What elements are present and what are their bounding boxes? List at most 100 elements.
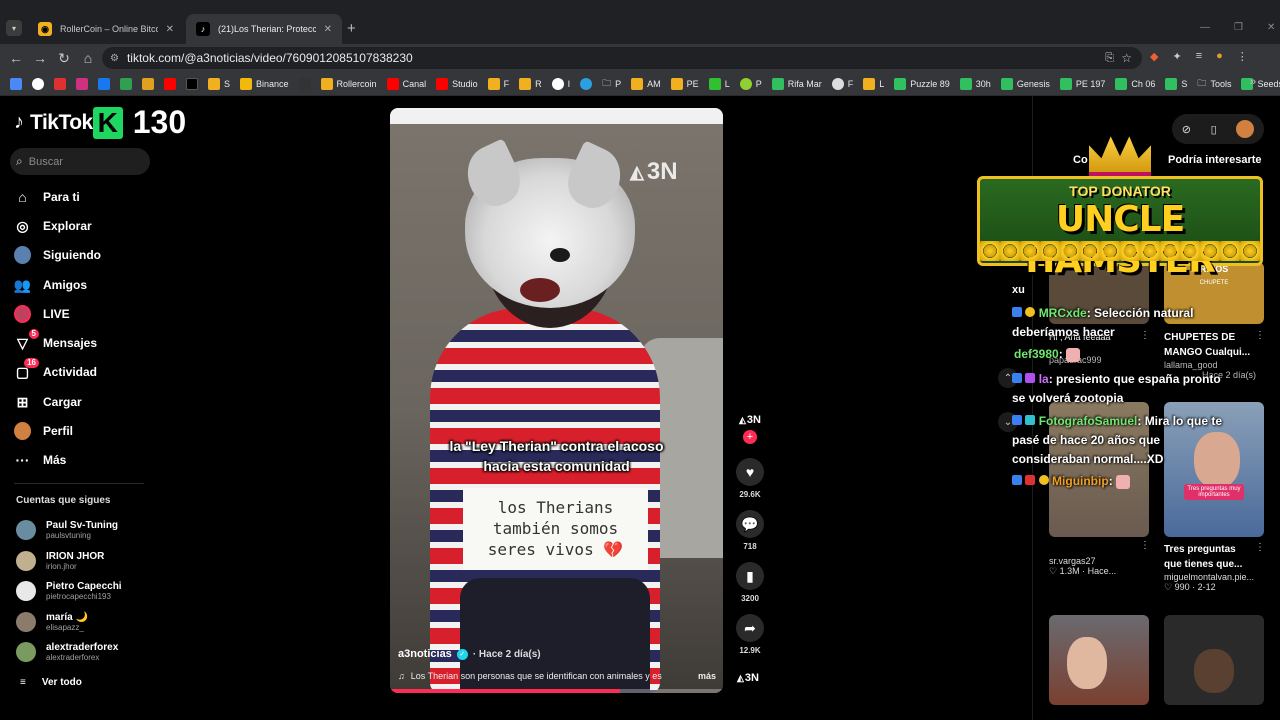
bookmark-tools[interactable]: 🗀 Tools [1193, 74, 1235, 94]
bookmark-instagram[interactable] [72, 74, 92, 94]
new-tab-button[interactable]: + [347, 20, 356, 37]
upload-icon: ⊞ [16, 393, 29, 410]
bookmark-pe197[interactable]: PE 197 [1056, 74, 1110, 94]
bookmark-apps[interactable] [6, 74, 26, 94]
share-button[interactable]: ➦ 12.9K [736, 614, 764, 655]
bookmark-dark[interactable] [295, 74, 315, 94]
progress-track[interactable] [390, 689, 723, 693]
video-player[interactable]: ◭ 3N la "Ley Therian" contra el acoso hac… [390, 108, 723, 693]
bookmark-youtube[interactable] [160, 74, 180, 94]
maximize-icon[interactable]: ❐ [1234, 22, 1243, 33]
tab-tiktok[interactable]: ♪ (21)Los Therian: Protección y re ✕ [186, 14, 342, 44]
sidebar-item-mas[interactable]: ··· Más [14, 447, 174, 473]
forward-icon[interactable]: → [28, 46, 52, 70]
bookmark-rifa[interactable]: Rifa Mar [768, 74, 826, 94]
bookmark-s[interactable]: S [204, 74, 234, 94]
related-video-thumb[interactable] [1164, 615, 1264, 705]
channel-logo-bottom[interactable]: ◭ 3N [737, 672, 759, 684]
bookmark-seeds[interactable]: Seeds [1237, 74, 1280, 94]
kebab-icon[interactable]: ⋮ [1255, 542, 1265, 553]
bookmark-folder-p[interactable]: 🗀 P [598, 74, 625, 94]
site-info-icon[interactable]: ⚙ [110, 53, 119, 64]
followed-account[interactable]: IRION JHOR irion.jhor [16, 547, 166, 575]
tiktok-logo[interactable]: ♪ TikTok K 130 [14, 104, 186, 141]
bookmark-telegram[interactable] [576, 74, 596, 94]
extensions-puzzle-icon[interactable]: ✦ [1172, 50, 1181, 63]
install-icon[interactable]: ⎘ [1105, 52, 1114, 65]
bookmark-ch06[interactable]: Ch 06 [1111, 74, 1159, 94]
close-window-icon[interactable]: ✕ [1267, 22, 1275, 33]
channel-avatar[interactable]: ◭ 3N + [736, 414, 764, 444]
video-top-bar [390, 108, 723, 124]
bookmark-i[interactable]: I [548, 74, 575, 94]
bookmarks-overflow-icon[interactable]: » [1250, 76, 1256, 88]
bookmark-p2[interactable]: P [736, 74, 766, 94]
close-icon[interactable]: ✕ [324, 24, 332, 35]
extension-avatar-icon[interactable]: ● [1216, 50, 1223, 63]
sidebar-item-live[interactable]: LIVE [14, 301, 174, 327]
video-caption-3[interactable]: sr.vargas27 ♡ 1.3M · Hace... [1049, 556, 1141, 577]
bookmark-am[interactable]: AM [627, 74, 665, 94]
sidebar-item-perfil[interactable]: Perfil [14, 418, 174, 444]
video-caption-4[interactable]: Tres preguntas que tienes que... miguelm… [1164, 542, 1256, 593]
media-icon[interactable]: ≡ [1196, 50, 1202, 63]
follow-plus-icon[interactable]: + [743, 430, 757, 444]
bookmark-genesis[interactable]: Genesis [997, 74, 1054, 94]
bookmark-pe[interactable]: PE [667, 74, 703, 94]
bookmark-f[interactable]: F [484, 74, 514, 94]
comment-button[interactable]: 💬 718 [736, 510, 764, 551]
like-button[interactable]: ♥ 29.6K [736, 458, 764, 499]
live-icon [14, 305, 31, 323]
bookmark-facebook[interactable] [94, 74, 114, 94]
reload-icon[interactable]: ↻ [52, 46, 76, 70]
tab-rollercoin[interactable]: ◉ RollerCoin – Online Bitcoin Mi ✕ [28, 14, 184, 44]
bookmark-x[interactable] [182, 74, 202, 94]
bookmark-l[interactable]: L [705, 74, 734, 94]
kebab-icon[interactable]: ⋮ [1255, 330, 1265, 341]
bookmark-s2[interactable]: S [1161, 74, 1191, 94]
bookmark-canal[interactable]: Canal [383, 74, 431, 94]
back-icon[interactable]: ← [4, 46, 28, 70]
followed-account[interactable]: maría 🌙 elisapazz_ [16, 608, 166, 636]
kebab-icon[interactable]: ⋮ [1140, 540, 1150, 551]
bookmark-star-icon[interactable]: ☆ [1121, 51, 1132, 65]
followed-account[interactable]: alextraderforex alextraderforex [16, 638, 166, 666]
more-link[interactable]: más [698, 671, 716, 681]
followed-account[interactable]: Pietro Capecchi pietrocapecchi193 [16, 577, 166, 605]
related-video-thumb[interactable] [1049, 615, 1149, 705]
bookmark-studio[interactable]: Studio [432, 74, 482, 94]
menu-kebab-icon[interactable]: ⋮ [1237, 50, 1248, 63]
avatar [16, 642, 36, 662]
sidebar-item-actividad[interactable]: ▢ 16 Actividad [14, 357, 174, 385]
save-button[interactable]: ▮ 3200 [736, 562, 764, 603]
tab-search-button[interactable]: ▾ [6, 20, 22, 36]
close-icon[interactable]: ✕ [166, 24, 174, 35]
progress-fill [390, 689, 620, 693]
bookmark-photos[interactable] [138, 74, 158, 94]
sidebar-item-explorar[interactable]: ◎ Explorar [14, 213, 174, 239]
search-input[interactable]: ⌕ Buscar [10, 148, 150, 175]
bookmark-binance[interactable]: Binance [236, 74, 293, 94]
bookmark-puzzle[interactable]: Puzzle 89 [890, 74, 954, 94]
extension-fox-icon[interactable]: ◆ [1150, 50, 1158, 63]
bookmark-rollercoin[interactable]: Rollercoin [317, 74, 381, 94]
music-note-icon: ♫ [398, 671, 405, 681]
bookmark-l2[interactable]: L [859, 74, 888, 94]
home-button-icon[interactable]: ⌂ [76, 46, 100, 70]
followed-account[interactable]: Paul Sv-Tuning paulsvtuning [16, 516, 166, 544]
sidebar-item-cargar[interactable]: ⊞ Cargar [14, 389, 174, 415]
bookmark-f2[interactable]: F [828, 74, 858, 94]
minimize-icon[interactable]: — [1200, 22, 1210, 33]
sidebar-item-para-ti[interactable]: ⌂ Para ti [14, 184, 174, 210]
sidebar-item-mensajes[interactable]: ▽ 5 Mensajes [14, 328, 174, 356]
bookmark-30h[interactable]: 30h [956, 74, 995, 94]
bookmark-drive[interactable] [116, 74, 136, 94]
sidebar-item-amigos[interactable]: 👥 Amigos [14, 272, 174, 298]
sidebar-item-siguiendo[interactable]: Siguiendo [14, 242, 174, 268]
see-all-link[interactable]: ≡ Ver todo [20, 677, 82, 688]
bookmark-r[interactable]: R [515, 74, 546, 94]
address-bar[interactable]: ⚙ tiktok.com/@a3noticias/video/760901208… [102, 47, 1142, 69]
author-name[interactable]: a3noticias [398, 648, 452, 660]
bookmark-bars[interactable] [50, 74, 70, 94]
bookmark-c[interactable] [28, 74, 48, 94]
